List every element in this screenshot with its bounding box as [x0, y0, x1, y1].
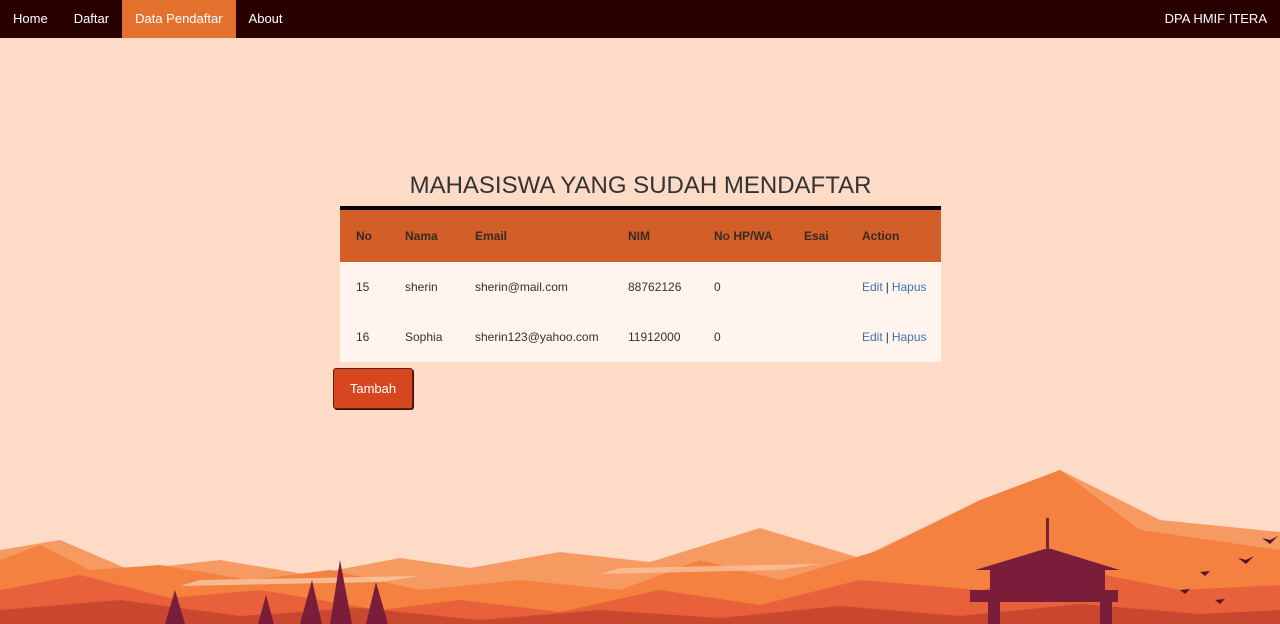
cell-nama: sherin — [405, 280, 438, 294]
header-hp: No HP/WA — [714, 229, 773, 243]
nav-daftar[interactable]: Daftar — [61, 0, 122, 38]
hapus-link[interactable]: Hapus — [892, 330, 927, 344]
cell-email: sherin123@yahoo.com — [475, 330, 599, 344]
cell-action: Edit | Hapus — [846, 262, 941, 312]
header-nim: NIM — [628, 229, 650, 243]
navbar: Home Daftar Data Pendaftar About DPA HMI… — [0, 0, 1280, 38]
edit-link[interactable]: Edit — [862, 330, 883, 344]
cell-esai — [788, 312, 846, 362]
header-email: Email — [475, 229, 508, 243]
action-separator: | — [885, 280, 889, 294]
registrants-table: No Nama Email NIM No HP/WA Esai Action 1… — [340, 206, 941, 362]
header-action: Action — [862, 229, 900, 243]
page-title: MAHASISWA YANG SUDAH MENDAFTAR — [409, 172, 872, 199]
cell-hp: 0 — [714, 330, 721, 344]
table-row: 16 Sophia sherin123@yahoo.com 11912000 0… — [340, 312, 941, 362]
cell-nim: 11912000 — [628, 330, 681, 344]
table-header-row: No Nama Email NIM No HP/WA Esai Action — [340, 208, 941, 262]
cell-no: 16 — [356, 330, 370, 344]
cell-no: 15 — [356, 280, 370, 294]
landscape-illustration — [0, 470, 1280, 624]
table-row: 15 sherin sherin@mail.com 88762126 0 Edi… — [340, 262, 941, 312]
header-nama: Nama — [405, 229, 438, 243]
cell-esai — [788, 262, 846, 312]
cell-nim: 88762126 — [628, 280, 682, 294]
tambah-button[interactable]: Tambah — [333, 368, 413, 409]
cell-email: sherin@mail.com — [475, 280, 568, 294]
cell-hp: 0 — [714, 280, 721, 294]
nav-home[interactable]: Home — [0, 0, 61, 38]
hapus-link[interactable]: Hapus — [892, 280, 927, 294]
brand-link[interactable]: DPA HMIF ITERA — [1165, 0, 1267, 38]
cell-action: Edit | Hapus — [846, 312, 941, 362]
header-esai: Esai — [804, 229, 829, 243]
edit-link[interactable]: Edit — [862, 280, 883, 294]
action-separator: | — [885, 330, 889, 344]
cell-nama: Sophia — [405, 330, 443, 344]
header-no: No — [356, 229, 372, 243]
nav-about[interactable]: About — [236, 0, 296, 38]
nav-data-pendaftar[interactable]: Data Pendaftar — [122, 0, 236, 38]
